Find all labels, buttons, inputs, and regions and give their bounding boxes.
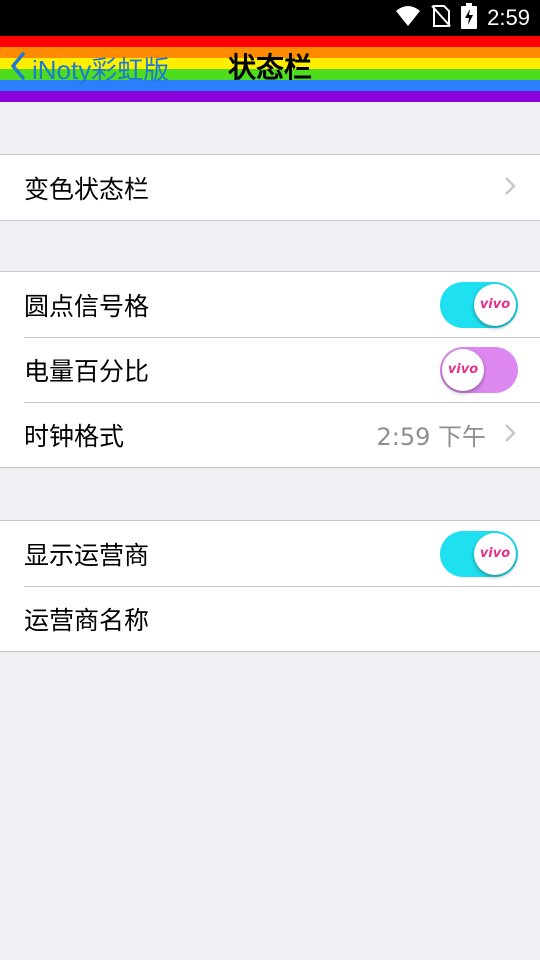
chevron-right-icon: [504, 423, 516, 447]
rainbow-stripe: [0, 36, 540, 47]
battery-charging-icon: [461, 3, 478, 33]
wifi-icon: [395, 5, 421, 31]
row-clock-format[interactable]: 时钟格式 2:59 下午: [0, 402, 540, 467]
row-battery-percentage: 电量百分比 vivo: [0, 337, 540, 402]
row-show-carrier: 显示运营商 vivo: [0, 521, 540, 586]
toggle-switch[interactable]: vivo: [440, 346, 518, 393]
row-label: 电量百分比: [24, 356, 150, 386]
toggle-knob: vivo: [474, 532, 516, 575]
row-carrier-name[interactable]: 运营商名称: [0, 586, 540, 651]
settings-group: 圆点信号格 vivo 电量百分比 vivo 时钟格式 2:59 下午: [0, 271, 540, 468]
toggle-knob: vivo: [474, 283, 516, 326]
status-bar: 2:59: [0, 0, 540, 36]
row-label: 运营商名称: [24, 605, 150, 635]
row-value: 2:59 下午: [376, 423, 486, 451]
settings-group: 显示运营商 vivo 运营商名称: [0, 520, 540, 652]
toggle-switch[interactable]: vivo: [440, 530, 518, 577]
row-label: 显示运营商: [24, 540, 150, 570]
no-sim-icon: [431, 4, 451, 32]
toggle-knob: vivo: [442, 348, 484, 391]
page-title: 状态栏: [227, 51, 312, 84]
status-time: 2:59: [487, 5, 530, 30]
rainbow-stripe: [0, 91, 540, 102]
row-label: 变色状态栏: [24, 174, 150, 204]
row-color-status-bar[interactable]: 变色状态栏: [0, 155, 540, 220]
row-dot-signal: 圆点信号格 vivo: [0, 272, 540, 337]
toggle-switch[interactable]: vivo: [440, 281, 518, 328]
settings-group: 变色状态栏: [0, 154, 540, 221]
row-label: 圆点信号格: [24, 291, 150, 321]
chevron-right-icon: [504, 176, 516, 200]
row-label: 时钟格式: [24, 421, 125, 451]
